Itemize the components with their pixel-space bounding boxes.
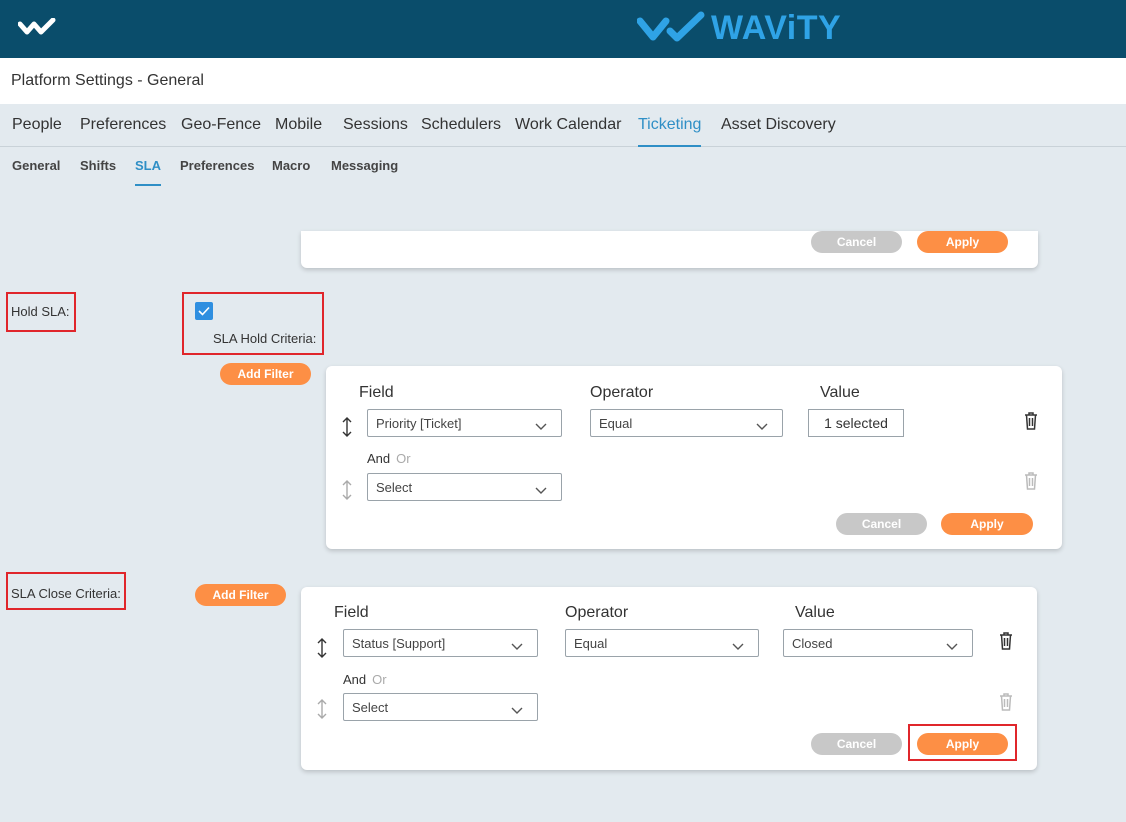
chevron-down-icon xyxy=(511,639,523,654)
tab-people[interactable]: People xyxy=(12,116,62,134)
field-select-value: Priority [Ticket] xyxy=(376,415,462,431)
chevron-down-icon xyxy=(535,419,547,434)
previous-filter-card: Cancel Apply xyxy=(301,231,1038,268)
new-field-select[interactable]: Select xyxy=(343,693,538,721)
or-option[interactable]: Or xyxy=(372,672,386,687)
drag-handle-icon[interactable] xyxy=(316,637,328,664)
and-or-toggle: And Or xyxy=(343,672,387,687)
hold-filter-card: Field Operator Value Priority [Ticket] E… xyxy=(326,366,1062,549)
new-field-placeholder: Select xyxy=(376,479,413,495)
delete-row-icon[interactable] xyxy=(1024,412,1038,435)
operator-select[interactable]: Equal xyxy=(565,629,759,657)
sla-close-criteria-label: SLA Close Criteria: xyxy=(11,586,121,601)
field-header: Field xyxy=(359,384,394,401)
value-select-value: Closed xyxy=(792,635,833,651)
operator-select-value: Equal xyxy=(574,635,608,651)
chevron-down-icon xyxy=(511,703,523,718)
tab-preferences[interactable]: Preferences xyxy=(80,116,166,134)
chevron-down-icon xyxy=(535,483,547,498)
apply-button[interactable]: Apply xyxy=(917,231,1008,253)
new-field-select[interactable]: Select xyxy=(367,473,562,501)
value-header: Value xyxy=(820,384,860,401)
title-bar: Platform Settings - General xyxy=(0,58,1126,104)
ticketing-subtabs: General Shifts SLA Preferences Macro Mes… xyxy=(0,147,1126,187)
operator-select-value: Equal xyxy=(599,415,633,431)
drag-handle-icon[interactable] xyxy=(341,479,353,506)
drag-handle-icon[interactable] xyxy=(316,698,328,725)
tab-mobile[interactable]: Mobile xyxy=(275,116,322,134)
hold-add-filter-button[interactable]: Add Filter xyxy=(220,363,311,385)
close-add-filter-button[interactable]: Add Filter xyxy=(195,584,286,606)
and-or-toggle: And Or xyxy=(367,451,411,466)
checkmark-icon xyxy=(198,306,210,316)
subtab-macro[interactable]: Macro xyxy=(272,158,310,173)
chevron-down-icon xyxy=(946,639,958,654)
cancel-button[interactable]: Cancel xyxy=(836,513,927,535)
tab-schedulers[interactable]: Schedulers xyxy=(421,116,501,134)
chevron-down-icon xyxy=(732,639,744,654)
apply-highlight xyxy=(908,724,1017,761)
delete-row-icon[interactable] xyxy=(999,632,1013,655)
tab-geo-fence[interactable]: Geo-Fence xyxy=(181,116,261,134)
tab-asset-discovery[interactable]: Asset Discovery xyxy=(721,116,836,134)
wavity-home-icon[interactable] xyxy=(17,17,56,43)
tab-ticketing[interactable]: Ticketing xyxy=(638,116,702,147)
field-header: Field xyxy=(334,604,369,621)
hold-sla-checkbox[interactable] xyxy=(195,302,213,320)
subtab-preferences[interactable]: Preferences xyxy=(180,158,254,173)
hold-sla-label: Hold SLA: xyxy=(11,304,70,319)
sla-hold-criteria-label: SLA Hold Criteria: xyxy=(213,331,317,346)
tab-work-calendar[interactable]: Work Calendar xyxy=(515,116,621,134)
operator-header: Operator xyxy=(565,604,629,621)
wavity-logo: WAViTY xyxy=(637,8,841,48)
page-title: Platform Settings - General xyxy=(11,72,204,89)
or-option[interactable]: Or xyxy=(396,451,410,466)
cancel-button[interactable]: Cancel xyxy=(811,733,902,755)
value-multiselect[interactable]: 1 selected xyxy=(808,409,904,437)
wavity-logo-icon xyxy=(637,11,705,42)
value-header: Value xyxy=(795,604,835,621)
field-select-value: Status [Support] xyxy=(352,635,446,651)
app-header: WAViTY xyxy=(0,0,1126,58)
cancel-button[interactable]: Cancel xyxy=(811,231,902,253)
value-select[interactable]: Closed xyxy=(783,629,973,657)
tab-sessions[interactable]: Sessions xyxy=(343,116,408,134)
settings-tabs: People Preferences Geo-Fence Mobile Sess… xyxy=(0,104,1126,147)
operator-select[interactable]: Equal xyxy=(590,409,783,437)
apply-button[interactable]: Apply xyxy=(941,513,1033,535)
drag-handle-icon[interactable] xyxy=(341,416,353,443)
operator-header: Operator xyxy=(590,384,654,401)
chevron-down-icon xyxy=(756,419,768,434)
subtab-sla[interactable]: SLA xyxy=(135,158,161,186)
delete-row-icon[interactable] xyxy=(999,693,1013,716)
subtab-general[interactable]: General xyxy=(12,158,60,173)
new-field-placeholder: Select xyxy=(352,699,389,715)
subtab-messaging[interactable]: Messaging xyxy=(331,158,398,173)
field-select[interactable]: Status [Support] xyxy=(343,629,538,657)
field-select[interactable]: Priority [Ticket] xyxy=(367,409,562,437)
delete-row-icon[interactable] xyxy=(1024,472,1038,495)
and-option[interactable]: And xyxy=(367,451,390,466)
and-option[interactable]: And xyxy=(343,672,366,687)
brand-name: WAViTY xyxy=(711,8,842,47)
subtab-shifts[interactable]: Shifts xyxy=(80,158,116,173)
